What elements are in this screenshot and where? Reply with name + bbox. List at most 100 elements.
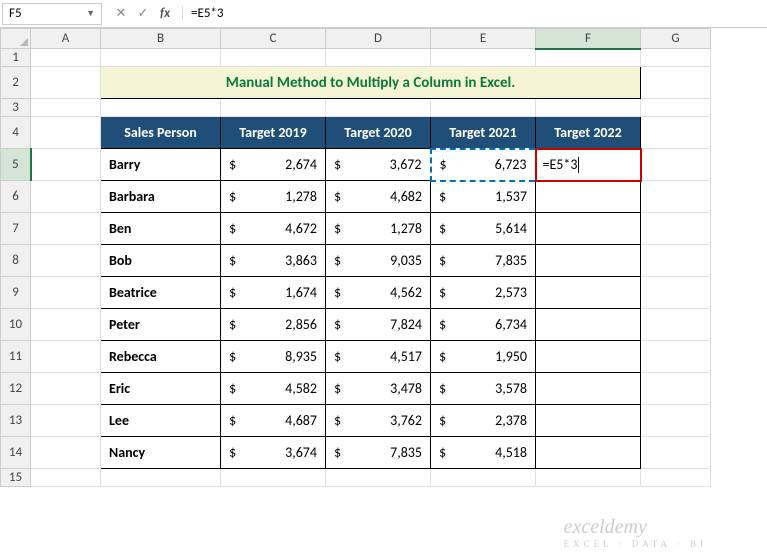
enter-icon[interactable]: ✓ (134, 6, 152, 21)
cell-name[interactable]: Bob (101, 245, 221, 277)
cell[interactable] (641, 181, 711, 213)
cell-value[interactable]: $3,863 (221, 245, 326, 277)
cell[interactable] (31, 309, 101, 341)
row-header[interactable]: 9 (1, 277, 31, 309)
cell[interactable] (641, 149, 711, 181)
cell[interactable] (31, 213, 101, 245)
cell[interactable] (641, 67, 711, 99)
col-header-A[interactable]: A (31, 29, 101, 49)
cell[interactable] (641, 373, 711, 405)
cell-value[interactable]: $4,562 (326, 277, 431, 309)
row-header[interactable]: 3 (1, 99, 31, 117)
row-header[interactable]: 15 (1, 469, 31, 487)
cell-value[interactable]: $2,856 (221, 309, 326, 341)
row-header[interactable]: 1 (1, 49, 31, 67)
cell[interactable] (31, 245, 101, 277)
cell-value[interactable]: $7,824 (326, 309, 431, 341)
row-header[interactable]: 12 (1, 373, 31, 405)
cell[interactable] (31, 341, 101, 373)
cell-name[interactable]: Barbara (101, 181, 221, 213)
row-header[interactable]: 4 (1, 117, 31, 149)
cell-value[interactable] (536, 181, 641, 213)
cell-value[interactable]: $4,517 (326, 341, 431, 373)
col-header-E[interactable]: E (431, 29, 536, 49)
cell[interactable] (536, 49, 641, 67)
cell[interactable] (641, 245, 711, 277)
cell-name[interactable]: Nancy (101, 437, 221, 469)
cell-value[interactable] (536, 405, 641, 437)
fx-icon[interactable]: fx (156, 6, 174, 21)
cell-name[interactable]: Beatrice (101, 277, 221, 309)
cell-value[interactable]: $4,672 (221, 213, 326, 245)
cell-value[interactable]: $2,378 (431, 405, 536, 437)
cell[interactable] (31, 149, 101, 181)
row-header[interactable]: 8 (1, 245, 31, 277)
cell[interactable] (641, 437, 711, 469)
cell[interactable] (641, 213, 711, 245)
cell[interactable] (101, 99, 221, 117)
cell-value[interactable] (536, 341, 641, 373)
cell[interactable] (641, 469, 711, 487)
cell[interactable] (641, 49, 711, 67)
name-box[interactable]: F5 ▼ (2, 3, 102, 25)
formula-input[interactable]: =E5*3 (183, 6, 767, 21)
cell-value[interactable]: $3,478 (326, 373, 431, 405)
col-header-F[interactable]: F (536, 29, 641, 49)
cell-value[interactable]: $1,537 (431, 181, 536, 213)
cell[interactable] (31, 277, 101, 309)
cell-value[interactable]: $9,035 (326, 245, 431, 277)
cell[interactable] (31, 67, 101, 99)
cell-value[interactable]: $4,518 (431, 437, 536, 469)
cell[interactable] (641, 309, 711, 341)
col-header-B[interactable]: B (101, 29, 221, 49)
row-header[interactable]: 11 (1, 341, 31, 373)
cell-value[interactable] (536, 437, 641, 469)
header-target-2022[interactable]: Target 2022 (536, 117, 641, 149)
cell-value[interactable]: $3,578 (431, 373, 536, 405)
cell[interactable] (641, 99, 711, 117)
cell-value[interactable]: $5,614 (431, 213, 536, 245)
cell[interactable] (641, 277, 711, 309)
cell-name[interactable]: Eric (101, 373, 221, 405)
cell[interactable] (31, 437, 101, 469)
cell-value[interactable]: $6,734 (431, 309, 536, 341)
cell-value[interactable]: $1,278 (326, 213, 431, 245)
cell[interactable] (641, 117, 711, 149)
header-target-2019[interactable]: Target 2019 (221, 117, 326, 149)
cell[interactable] (536, 469, 641, 487)
cell-value[interactable]: $2,573 (431, 277, 536, 309)
cell[interactable] (31, 469, 101, 487)
cell-value[interactable]: $1,674 (221, 277, 326, 309)
cell[interactable] (536, 99, 641, 117)
cell-value[interactable]: $1,950 (431, 341, 536, 373)
cell-value[interactable]: $4,687 (221, 405, 326, 437)
cell[interactable] (31, 373, 101, 405)
cell-name[interactable]: Rebecca (101, 341, 221, 373)
cell[interactable] (431, 99, 536, 117)
cell-value[interactable]: $8,935 (221, 341, 326, 373)
row-header[interactable]: 7 (1, 213, 31, 245)
col-header-G[interactable]: G (641, 29, 711, 49)
select-all-corner[interactable] (1, 29, 31, 49)
cell-value[interactable]: $3,762 (326, 405, 431, 437)
row-header[interactable]: 6 (1, 181, 31, 213)
cell[interactable] (221, 469, 326, 487)
cell[interactable] (31, 99, 101, 117)
cell-value[interactable]: $7,835 (326, 437, 431, 469)
cell-value[interactable]: $2,674 (221, 149, 326, 181)
cell-value[interactable]: $7,835 (431, 245, 536, 277)
cell[interactable] (641, 341, 711, 373)
cell[interactable] (31, 117, 101, 149)
cell-value[interactable] (536, 245, 641, 277)
row-header[interactable]: 10 (1, 309, 31, 341)
row-header[interactable]: 2 (1, 67, 31, 99)
row-header[interactable]: 5 (1, 149, 31, 181)
cell-name[interactable]: Ben (101, 213, 221, 245)
cell-value[interactable]: $1,278 (221, 181, 326, 213)
cell[interactable] (326, 469, 431, 487)
cell-value[interactable]: $4,582 (221, 373, 326, 405)
cell-name[interactable]: Peter (101, 309, 221, 341)
chevron-down-icon[interactable]: ▼ (86, 8, 95, 19)
cell[interactable] (431, 49, 536, 67)
cell[interactable] (31, 181, 101, 213)
